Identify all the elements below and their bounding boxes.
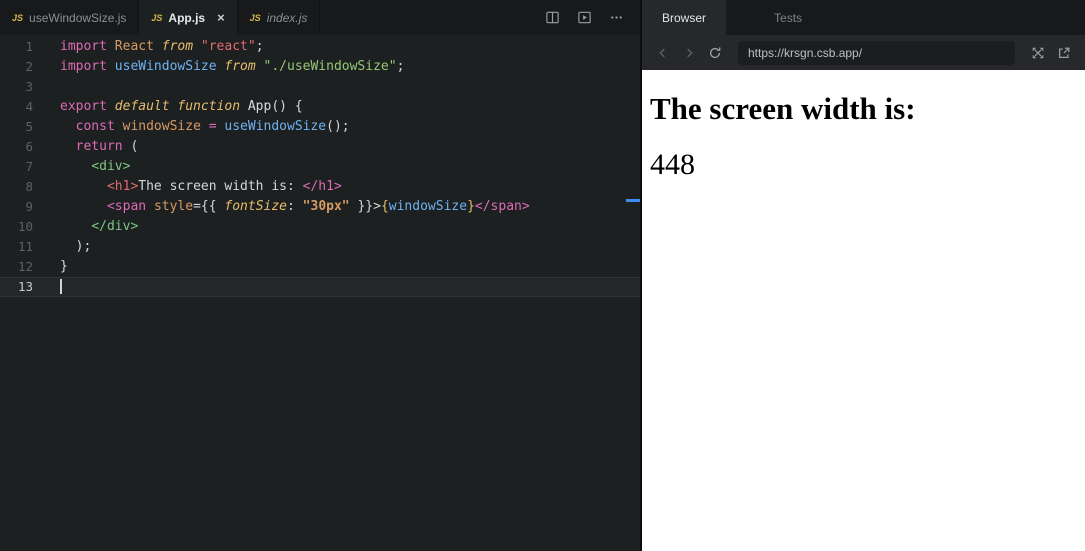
editor-tab-App.js[interactable]: JS App.js ×: [139, 0, 238, 35]
line-number: 6: [25, 139, 33, 154]
code-lines: 1 import React from "react"; 2 import useWi…: [0, 37, 640, 297]
scrollbar-decoration: [626, 199, 640, 202]
code-line[interactable]: 13: [0, 277, 640, 297]
line-number: 11: [17, 239, 33, 254]
refresh-icon[interactable]: [704, 42, 726, 64]
javascript-file-icon: JS: [12, 12, 24, 23]
line-number: 13: [17, 279, 33, 294]
code-text: import React from "react";: [60, 39, 264, 54]
forward-icon[interactable]: [678, 42, 700, 64]
browser-pane: Browser Tests The screen width is: 448: [642, 0, 1085, 551]
code-text: <span style={{ fontSize: "30px" }}>{wind…: [106, 199, 530, 214]
line-number: 8: [25, 179, 33, 194]
responsive-resize-icon[interactable]: [1027, 42, 1049, 64]
browser-preview: The screen width is: 448: [642, 70, 1085, 551]
preview-heading: The screen width is:: [650, 91, 916, 126]
line-number: 7: [25, 159, 33, 174]
code-text: import useWindowSize from "./useWindowSi…: [60, 59, 405, 74]
code-text: </div>: [91, 219, 139, 234]
code-line[interactable]: 1 import React from "react";: [0, 37, 640, 57]
code-line[interactable]: 10 </div>: [0, 217, 640, 237]
code-line[interactable]: 6 return (: [0, 137, 640, 157]
line-number: 9: [25, 199, 33, 214]
codesandbox-window: JS useWindowSize.js JS App.js × JS index.js 1 i…: [0, 0, 1085, 551]
code-line[interactable]: 7 <div>: [0, 157, 640, 177]
code-line[interactable]: 11 );: [0, 237, 640, 257]
line-number: 12: [17, 259, 33, 274]
panel-tab-tests[interactable]: Tests: [754, 0, 822, 35]
code-text: return (: [75, 139, 139, 154]
code-line[interactable]: 12}: [0, 257, 640, 277]
code-line[interactable]: 2 import useWindowSize from "./useWindowS…: [0, 57, 640, 77]
panel-tab-browser[interactable]: Browser: [642, 0, 727, 35]
browser-navbar: [642, 35, 1085, 70]
editor-pane: JS useWindowSize.js JS App.js × JS index.js 1 i…: [0, 0, 642, 551]
editor-tab-index.js[interactable]: JS index.js: [238, 0, 321, 35]
code-text: );: [60, 239, 92, 254]
back-icon[interactable]: [652, 42, 674, 64]
open-external-icon[interactable]: [1053, 42, 1075, 64]
tab-label: App.js: [168, 10, 206, 25]
line-number: 5: [25, 119, 33, 134]
code-line[interactable]: 3: [0, 77, 640, 97]
editor-tabs: JS useWindowSize.js JS App.js × JS index.js: [0, 0, 321, 35]
code-line[interactable]: 8 <h1>The screen width is: </h1>: [0, 177, 640, 197]
javascript-file-icon: JS: [249, 12, 261, 23]
code-editor[interactable]: 1 import React from "react"; 2 import useWi…: [0, 35, 640, 551]
tabbar-spacer: [320, 0, 528, 35]
browser-panel-tabs: Browser Tests: [642, 0, 1085, 35]
code-text: }: [60, 259, 68, 274]
window-width-value: 448: [650, 148, 695, 181]
line-number: 10: [17, 219, 33, 234]
line-number: 1: [25, 39, 33, 54]
line-number: 2: [25, 59, 33, 74]
code-text: export default function App() {: [60, 99, 303, 114]
code-text: <div>: [91, 159, 131, 174]
code-line[interactable]: 4 export default function App() {: [0, 97, 640, 117]
split-editor-icon[interactable]: [544, 10, 560, 26]
editor-tabbar: JS useWindowSize.js JS App.js × JS index.js: [0, 0, 640, 35]
url-input[interactable]: [738, 40, 1015, 65]
tab-label: useWindowSize.js: [29, 10, 127, 25]
line-number: 4: [25, 99, 33, 114]
code-line[interactable]: 9 <span style={{ fontSize: "30px" }}>{wi…: [0, 197, 640, 217]
open-preview-icon[interactable]: [576, 10, 592, 26]
javascript-file-icon: JS: [151, 12, 163, 23]
code-text: <h1>The screen width is: </h1>: [106, 179, 342, 194]
code-text: [60, 277, 62, 297]
editor-tab-useWindowSize.js[interactable]: JS useWindowSize.js: [0, 0, 140, 35]
line-number: 3: [25, 79, 33, 94]
code-line[interactable]: 5 const windowSize = useWindowSize();: [0, 117, 640, 137]
editor-toolbar: [528, 0, 640, 35]
code-text: const windowSize = useWindowSize();: [75, 119, 350, 134]
text-cursor: [60, 279, 62, 294]
close-tab-icon[interactable]: ×: [217, 10, 225, 25]
more-actions-icon[interactable]: [608, 10, 624, 26]
tab-label: index.js: [266, 10, 308, 25]
